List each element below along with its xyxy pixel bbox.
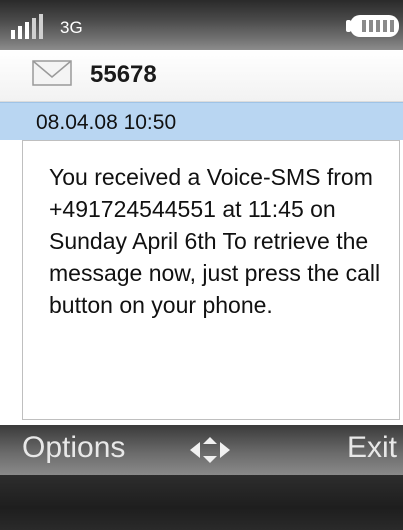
message-body-text: You received a Voice-SMS from +491724544… <box>49 164 381 318</box>
battery-icon <box>346 15 399 37</box>
sender-number: 55678 <box>90 61 157 88</box>
message-timestamp: 08.04.08 10:50 <box>36 111 177 134</box>
softkey-bar: Options Exit <box>0 425 403 475</box>
signal-strength-icon <box>11 14 43 39</box>
status-bar: 3G <box>0 0 403 50</box>
options-softkey[interactable]: Options <box>22 431 125 465</box>
message-body-box: You received a Voice-SMS from +491724544… <box>22 140 400 420</box>
network-type-label: 3G <box>60 18 83 37</box>
message-header: 55678 <box>0 50 403 102</box>
phone-screen: 3G 55678 08.04.08 10:50 You received a V… <box>0 0 403 530</box>
exit-softkey[interactable]: Exit <box>347 431 397 465</box>
envelope-icon <box>32 60 72 86</box>
navigation-diamond-icon[interactable] <box>188 435 232 465</box>
bottom-bar <box>0 475 403 530</box>
date-bar: 08.04.08 10:50 <box>0 102 403 140</box>
